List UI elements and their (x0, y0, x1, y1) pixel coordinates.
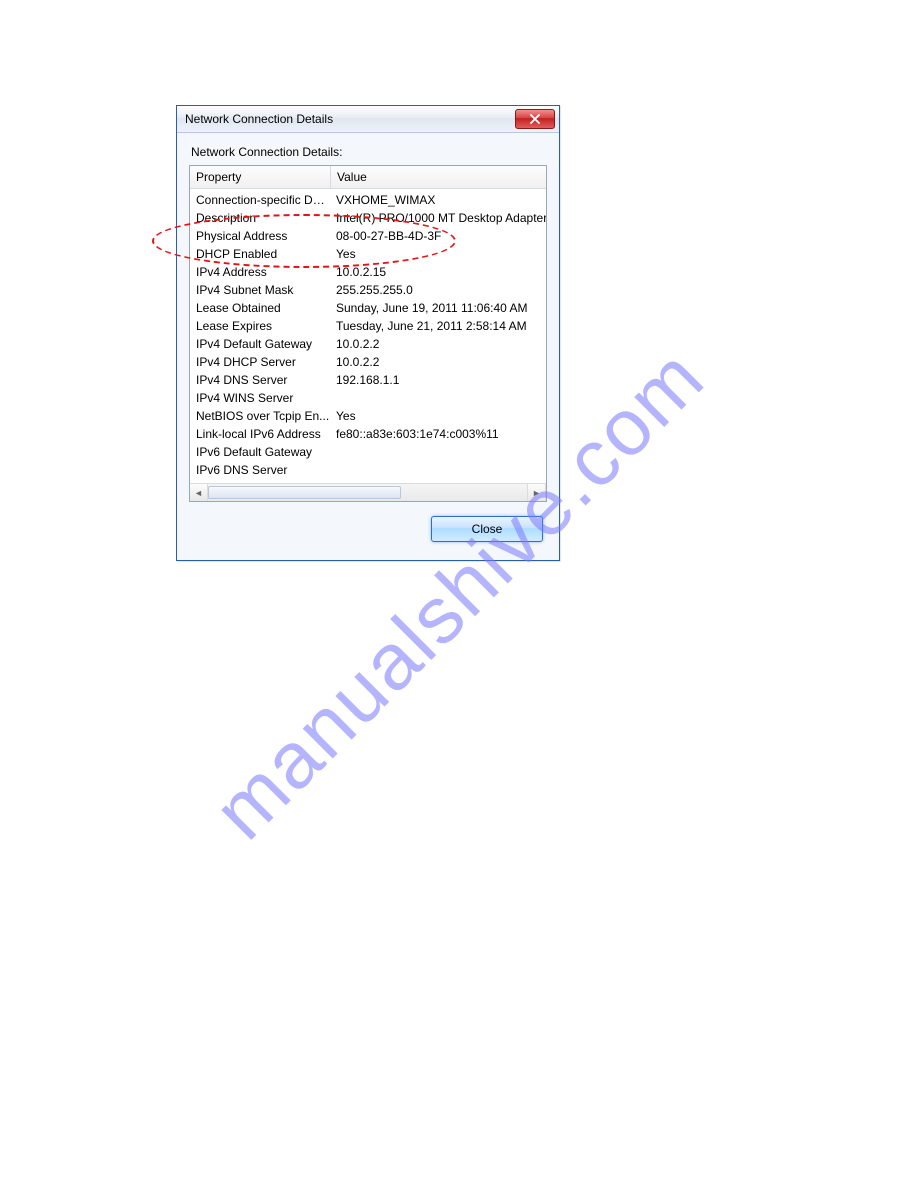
details-list: Property Value Connection-specific DN...… (189, 165, 547, 502)
cell-property: IPv6 Default Gateway (190, 443, 330, 461)
cell-property: IPv4 Address (190, 263, 330, 281)
cell-property: IPv4 DHCP Server (190, 353, 330, 371)
table-row[interactable]: Lease ObtainedSunday, June 19, 2011 11:0… (190, 299, 546, 317)
cell-value: Yes (330, 407, 546, 425)
cell-value: Sunday, June 19, 2011 11:06:40 AM (330, 299, 546, 317)
close-button[interactable]: Close (431, 516, 543, 542)
table-row[interactable]: IPv4 DHCP Server10.0.2.2 (190, 353, 546, 371)
window-close-button[interactable] (515, 109, 555, 129)
table-row[interactable]: NetBIOS over Tcpip En...Yes (190, 407, 546, 425)
cell-property: Description (190, 209, 330, 227)
scroll-thumb[interactable] (208, 486, 401, 499)
table-row[interactable]: IPv4 Default Gateway10.0.2.2 (190, 335, 546, 353)
column-headers[interactable]: Property Value (190, 166, 546, 189)
chevron-left-icon: ◄ (194, 488, 203, 498)
details-rows: Connection-specific DN...VXHOME_WIMAX De… (190, 189, 546, 483)
table-row[interactable]: DHCP EnabledYes (190, 245, 546, 263)
table-row[interactable]: IPv4 Subnet Mask255.255.255.0 (190, 281, 546, 299)
cell-value: 08-00-27-BB-4D-3F (330, 227, 546, 245)
table-row[interactable]: Link-local IPv6 Addressfe80::a83e:603:1e… (190, 425, 546, 443)
cell-property: Lease Expires (190, 317, 330, 335)
cell-value: 255.255.255.0 (330, 281, 546, 299)
cell-property: IPv4 Subnet Mask (190, 281, 330, 299)
cell-property: IPv4 DNS Server (190, 371, 330, 389)
column-header-property[interactable]: Property (190, 166, 331, 188)
table-row[interactable]: IPv4 DNS Server192.168.1.1 (190, 371, 546, 389)
cell-value: 10.0.2.2 (330, 353, 546, 371)
network-details-dialog: Network Connection Details Network Conne… (176, 105, 560, 561)
cell-value (330, 461, 546, 479)
cell-value (330, 389, 546, 407)
dialog-titlebar[interactable]: Network Connection Details (177, 106, 559, 133)
dialog-title: Network Connection Details (185, 112, 333, 126)
dialog-footer: Close (189, 516, 547, 548)
table-row[interactable]: DescriptionIntel(R) PRO/1000 MT Desktop … (190, 209, 546, 227)
cell-property: IPv4 WINS Server (190, 389, 330, 407)
cell-value: 10.0.2.2 (330, 335, 546, 353)
cell-value: Tuesday, June 21, 2011 2:58:14 AM (330, 317, 546, 335)
cell-value: Yes (330, 245, 546, 263)
table-row[interactable]: Lease ExpiresTuesday, June 21, 2011 2:58… (190, 317, 546, 335)
horizontal-scrollbar[interactable]: ◄ ► (190, 483, 546, 501)
cell-value: Intel(R) PRO/1000 MT Desktop Adapter (330, 209, 546, 227)
column-header-value[interactable]: Value (331, 166, 546, 188)
table-row[interactable]: Physical Address08-00-27-BB-4D-3F (190, 227, 546, 245)
table-row[interactable]: IPv6 Default Gateway (190, 443, 546, 461)
scroll-track[interactable] (208, 484, 527, 501)
cell-value (330, 443, 546, 461)
table-row[interactable]: IPv4 WINS Server (190, 389, 546, 407)
dialog-subtitle: Network Connection Details: (191, 145, 547, 159)
scroll-left-button[interactable]: ◄ (190, 484, 208, 501)
cell-value: 10.0.2.15 (330, 263, 546, 281)
cell-property: Link-local IPv6 Address (190, 425, 330, 443)
chevron-right-icon: ► (532, 488, 541, 498)
cell-property: Lease Obtained (190, 299, 330, 317)
cell-property: NetBIOS over Tcpip En... (190, 407, 330, 425)
scroll-right-button[interactable]: ► (527, 484, 546, 501)
cell-value: 192.168.1.1 (330, 371, 546, 389)
close-icon (529, 114, 541, 124)
cell-property: IPv6 DNS Server (190, 461, 330, 479)
cell-property: IPv4 Default Gateway (190, 335, 330, 353)
table-row[interactable]: IPv6 DNS Server (190, 461, 546, 479)
table-row[interactable]: IPv4 Address10.0.2.15 (190, 263, 546, 281)
cell-property: DHCP Enabled (190, 245, 330, 263)
cell-property: Physical Address (190, 227, 330, 245)
dialog-body: Network Connection Details: Property Val… (177, 133, 559, 560)
cell-property: Connection-specific DN... (190, 191, 330, 209)
cell-value: VXHOME_WIMAX (330, 191, 546, 209)
table-row[interactable]: Connection-specific DN...VXHOME_WIMAX (190, 191, 546, 209)
cell-value: fe80::a83e:603:1e74:c003%11 (330, 425, 546, 443)
